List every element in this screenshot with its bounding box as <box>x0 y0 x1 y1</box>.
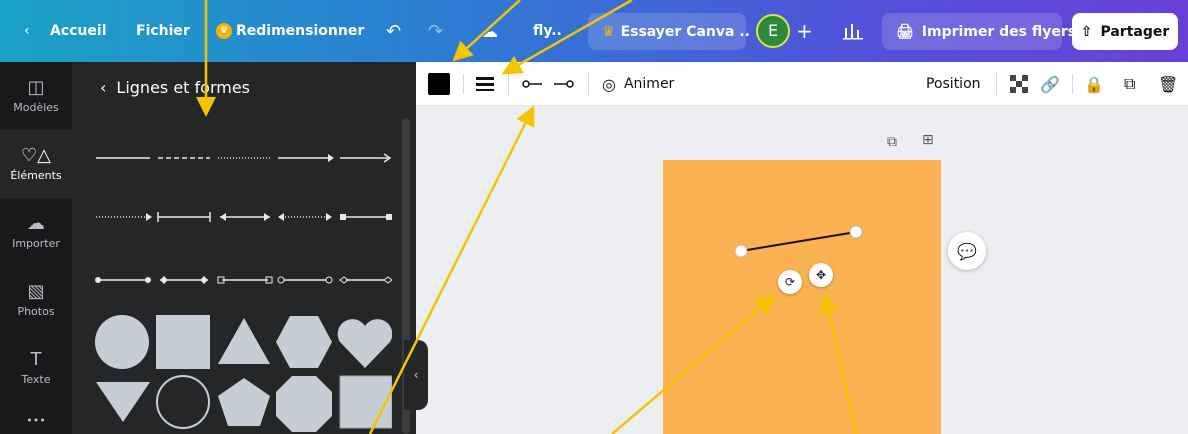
print-flyers-button[interactable]: 🖨 Imprimer des flyers <box>882 13 1076 50</box>
rail-item-elements[interactable]: ♡△ Éléments <box>0 130 72 198</box>
shape-heart <box>337 319 392 368</box>
share-button[interactable]: ⇧ Partager <box>1072 13 1178 50</box>
link-icon[interactable]: 🔗 <box>1040 62 1060 106</box>
rail-label: Photos <box>17 304 55 318</box>
lines-shapes-grid <box>95 153 392 432</box>
resize-button[interactable]: ♛ Redimensionner <box>216 0 364 62</box>
duplicate-icon[interactable]: ⧉ <box>1124 62 1135 106</box>
undo-icon[interactable]: ↶ <box>386 0 401 62</box>
photos-icon: ▧ <box>27 280 45 302</box>
templates-icon: ◫ <box>27 76 45 98</box>
rail-item-upload[interactable]: ☁ Importer <box>0 198 72 266</box>
try-canva-button[interactable]: ♛ Essayer Canva .. <box>588 13 750 50</box>
shape-circle-outline <box>156 375 210 429</box>
trash-icon[interactable]: 🗑 <box>1158 62 1178 106</box>
rail-item-templates[interactable]: ◫ Modèles <box>0 62 72 130</box>
rail-label: Texte <box>21 372 51 386</box>
rail-label: Importer <box>12 236 60 250</box>
rotate-handle-icon[interactable]: ⟳ <box>778 270 802 294</box>
print-label: Imprimer des flyers <box>921 23 1077 40</box>
text-icon: T <box>30 348 42 370</box>
elements-icon: ♡△ <box>21 144 51 166</box>
shape-triangle <box>218 318 270 364</box>
share-icon: ⇧ <box>1080 23 1093 40</box>
elements-panel: ‹ Lignes et formes <box>72 62 416 434</box>
design-page[interactable] <box>663 160 941 434</box>
shape-pentagon <box>218 378 270 426</box>
shape-octagon <box>276 376 332 432</box>
insights-chart-icon[interactable] <box>842 0 864 62</box>
more-icon[interactable]: ••• <box>0 406 72 434</box>
animate-label: Animer <box>623 76 675 92</box>
add-comment-button[interactable]: 💬 <box>948 232 986 270</box>
add-page-icon[interactable]: ⊞ <box>922 132 934 148</box>
lock-icon[interactable]: 🔒 <box>1084 62 1104 106</box>
collapse-panel-button[interactable]: ‹ <box>404 340 428 410</box>
line-weight-icon[interactable] <box>476 62 494 106</box>
shape-square <box>156 315 210 369</box>
line-color-button[interactable] <box>428 62 450 106</box>
color-swatch <box>428 73 450 95</box>
print-icon: 🖨 <box>896 23 914 40</box>
add-collaborator-icon[interactable]: + <box>796 0 813 62</box>
cloud-save-icon[interactable]: ☁ <box>482 0 498 62</box>
line-start-icon[interactable] <box>522 62 542 106</box>
copy-page-icon[interactable]: ⧉ <box>887 134 897 150</box>
rail-item-text[interactable]: T Texte <box>0 334 72 402</box>
redo-icon[interactable]: ↷ <box>428 0 443 62</box>
shape-circle <box>95 315 149 369</box>
try-canva-label: Essayer Canva .. <box>620 23 750 40</box>
move-handle-icon[interactable]: ✥ <box>809 263 833 287</box>
rail-item-photos[interactable]: ▧ Photos <box>0 266 72 334</box>
line-end-icon[interactable] <box>554 62 574 106</box>
rail-label: Modèles <box>13 100 59 114</box>
avatar[interactable]: E <box>756 14 790 48</box>
document-title[interactable]: fly.. <box>533 0 562 62</box>
home-button[interactable]: Accueil <box>50 0 107 62</box>
top-bar: ‹ Accueil Fichier ♛ Redimensionner ↶ ↷ ☁… <box>0 0 1188 62</box>
back-chevron-icon[interactable]: ‹ <box>24 0 30 62</box>
shape-square-outline <box>339 375 392 429</box>
upload-icon: ☁ <box>27 212 45 234</box>
animate-icon: ◎ <box>602 74 616 94</box>
transparency-icon[interactable] <box>1010 62 1028 106</box>
crown-icon: ♛ <box>216 23 232 39</box>
shape-hexagon <box>276 316 332 368</box>
shape-inverted-triangle <box>96 382 150 422</box>
rail-label: Éléments <box>10 168 62 182</box>
context-toolbar: ◎ Animer Position 🔗 🔒 ⧉ 🗑 <box>416 62 1188 106</box>
resize-label: Redimensionner <box>236 23 365 39</box>
share-label: Partager <box>1100 23 1170 40</box>
crown-icon: ♛ <box>602 23 615 40</box>
animate-button[interactable]: ◎ Animer <box>602 62 674 106</box>
position-button[interactable]: Position <box>926 62 981 106</box>
left-rail: ◫ Modèles ♡△ Éléments ☁ Importer ▧ Photo… <box>0 62 72 434</box>
file-menu[interactable]: Fichier <box>136 0 190 62</box>
